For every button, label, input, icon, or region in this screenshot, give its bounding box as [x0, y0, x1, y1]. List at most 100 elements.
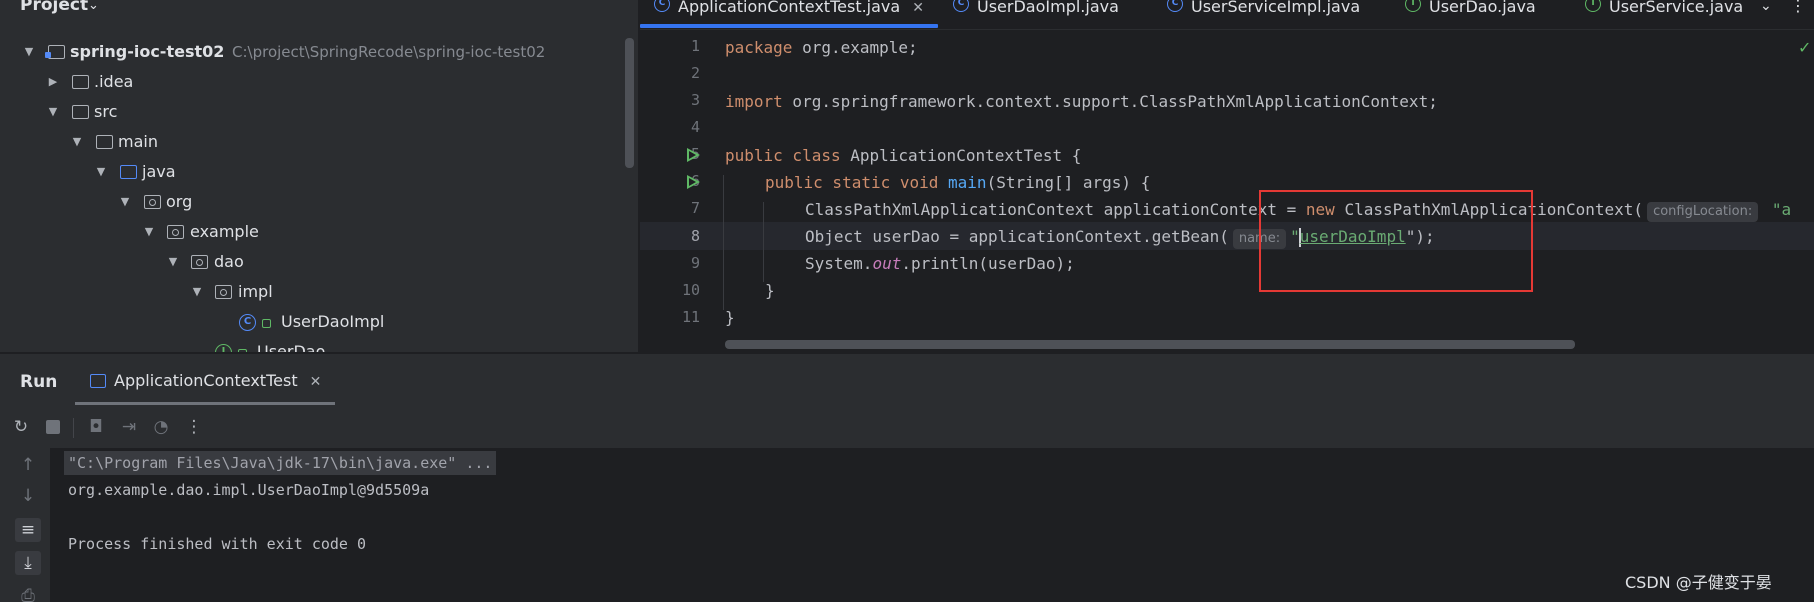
- tab-userservice[interactable]: I UserService.java: [1585, 0, 1743, 28]
- line-number: 2: [690, 64, 700, 82]
- tree-item-label: src: [94, 102, 118, 121]
- stop-icon[interactable]: [46, 420, 60, 434]
- class-icon: C: [239, 314, 256, 331]
- code-token: package: [725, 38, 793, 57]
- module-folder-icon: [45, 45, 65, 59]
- chevron-down-icon[interactable]: ▼: [142, 217, 156, 247]
- tree-item-impl[interactable]: ▼ impl: [0, 277, 638, 307]
- camera-icon[interactable]: ◘: [85, 416, 107, 438]
- project-tree: ▼ spring-ioc-test02 C:\project\SpringRec…: [0, 37, 638, 352]
- project-panel-title[interactable]: Project: [20, 0, 88, 15]
- tab-userserviceimpl[interactable]: C UserServiceImpl.java: [1167, 0, 1360, 28]
- interface-icon: I: [215, 344, 232, 352]
- code-token: }: [765, 281, 775, 300]
- close-icon[interactable]: ✕: [310, 374, 322, 390]
- tree-item-userdaoimpl[interactable]: C UserDaoImpl: [0, 307, 638, 337]
- editor-horizontal-scrollbar[interactable]: [725, 340, 1575, 349]
- tree-item-java[interactable]: ▼ java: [0, 157, 638, 187]
- run-config-tab[interactable]: ApplicationContextTest ✕: [75, 364, 336, 398]
- chevron-down-icon[interactable]: ▼: [94, 157, 108, 187]
- active-tab-indicator: [75, 402, 335, 405]
- package-icon: [191, 255, 208, 269]
- tree-item-root[interactable]: ▼ spring-ioc-test02 C:\project\SpringRec…: [0, 37, 638, 67]
- code-token: org.example;: [792, 38, 918, 57]
- chevron-down-icon[interactable]: ▼: [118, 187, 132, 217]
- console-output[interactable]: "C:\Program Files\Java\jdk-17\bin\java.e…: [64, 451, 497, 559]
- chevron-down-icon[interactable]: ⌄: [1760, 0, 1772, 14]
- interface-icon: I: [1585, 0, 1601, 12]
- line-number: 10: [681, 281, 700, 299]
- folder-icon: [72, 105, 89, 119]
- tree-item-label: impl: [238, 282, 273, 301]
- tree-item-dao[interactable]: ▼ dao: [0, 247, 638, 277]
- tab-userdaoimpl[interactable]: C UserDaoImpl.java: [953, 0, 1119, 28]
- run-panel: Run ApplicationContextTest ✕ ↻ ◘ ⇥ ◔ ⋮ ↑ …: [0, 354, 1814, 602]
- code-editor: C ApplicationContextTest.java ✕ C UserDaoIm…: [640, 0, 1814, 352]
- line-number: 7: [690, 199, 700, 217]
- tree-item-org[interactable]: ▼ org: [0, 187, 638, 217]
- arrow-down-icon[interactable]: ↓: [15, 484, 41, 508]
- tree-item-label: UserDaoImpl: [281, 312, 385, 331]
- code-line-3: import org.springframework.context.suppo…: [725, 88, 1438, 116]
- tab-label: ApplicationContextTest.java: [678, 0, 901, 16]
- chevron-down-icon[interactable]: ⌄: [88, 0, 99, 13]
- chevron-down-icon[interactable]: ▼: [70, 127, 84, 157]
- close-icon[interactable]: ✕: [912, 1, 924, 15]
- tree-item-example[interactable]: ▼ example: [0, 217, 638, 247]
- more-icon[interactable]: ⋮: [183, 416, 205, 438]
- console-line: org.example.dao.impl.UserDaoImpl@9d5509a: [68, 481, 430, 499]
- source-folder-icon: [120, 165, 137, 179]
- tab-userdao[interactable]: I UserDao.java: [1405, 0, 1536, 28]
- console-side-toolbar: ↑ ↓ ≡ ⤓ ⎙: [0, 448, 50, 602]
- gauge-icon[interactable]: ◔: [150, 416, 172, 438]
- highlight-box: [1259, 190, 1533, 292]
- toolbar-divider: [73, 418, 74, 438]
- code-token: public static void: [765, 173, 939, 192]
- console-line: Process finished with exit code 0: [68, 535, 367, 553]
- parameter-hint: configLocation:: [1647, 202, 1759, 222]
- rerun-icon[interactable]: ↻: [10, 416, 32, 438]
- lock-icon: [238, 349, 247, 352]
- tree-item-src[interactable]: ▼ src: [0, 97, 638, 127]
- lock-icon: [262, 319, 271, 328]
- chevron-down-icon[interactable]: ▼: [22, 37, 36, 67]
- chevron-down-icon[interactable]: ▼: [166, 247, 180, 277]
- chevron-right-icon[interactable]: ▶: [46, 67, 60, 97]
- tree-item-userdao[interactable]: I UserDao: [0, 337, 638, 352]
- print-icon[interactable]: ⎙: [15, 584, 41, 602]
- tab-label: UserService.java: [1609, 0, 1744, 16]
- code-line-11: }: [725, 304, 735, 332]
- exit-icon[interactable]: ⇥: [118, 416, 140, 438]
- console-line: "C:\Program Files\Java\jdk-17\bin\java.e…: [64, 451, 497, 475]
- chevron-down-icon[interactable]: ▼: [46, 97, 60, 127]
- code-line-6: public static void main(String[] args) {: [765, 169, 1150, 197]
- code-token: org.springframework.context.support.Clas…: [782, 92, 1438, 111]
- line-number: 11: [681, 308, 700, 326]
- tree-item-label: example: [190, 222, 259, 241]
- tree-item-label: java: [142, 162, 176, 181]
- more-icon[interactable]: ⋮: [1790, 0, 1806, 15]
- soft-wrap-icon[interactable]: ≡: [15, 518, 41, 542]
- project-panel-header: Project ⌄: [0, 0, 638, 16]
- watermark: CSDN @子健变于晏: [1625, 573, 1772, 592]
- scroll-to-end-icon[interactable]: ⤓: [15, 551, 41, 575]
- run-gutter-icon[interactable]: [687, 148, 700, 162]
- tree-item-idea[interactable]: ▶ .idea: [0, 67, 638, 97]
- class-icon: C: [654, 0, 670, 12]
- code-line-10: }: [765, 277, 775, 305]
- chevron-down-icon[interactable]: ▼: [190, 277, 204, 307]
- project-scrollbar[interactable]: [625, 38, 634, 168]
- code-line-5: public class ApplicationContextTest {: [725, 142, 1081, 170]
- active-tab-indicator: [640, 24, 938, 28]
- tree-item-main[interactable]: ▼ main: [0, 127, 638, 157]
- interface-icon: I: [1405, 0, 1421, 12]
- run-gutter-icon[interactable]: [687, 175, 700, 189]
- run-tab-label: ApplicationContextTest: [114, 371, 298, 390]
- check-icon[interactable]: ✓: [1798, 38, 1811, 57]
- tab-label: UserServiceImpl.java: [1191, 0, 1361, 16]
- run-panel-header: Run ApplicationContextTest ✕: [0, 354, 1814, 406]
- tree-item-path: C:\project\SpringRecode\spring-ioc-test0…: [232, 43, 546, 61]
- arrow-up-icon[interactable]: ↑: [15, 453, 41, 477]
- tree-item-label: main: [118, 132, 158, 151]
- run-panel-title: Run: [20, 372, 58, 392]
